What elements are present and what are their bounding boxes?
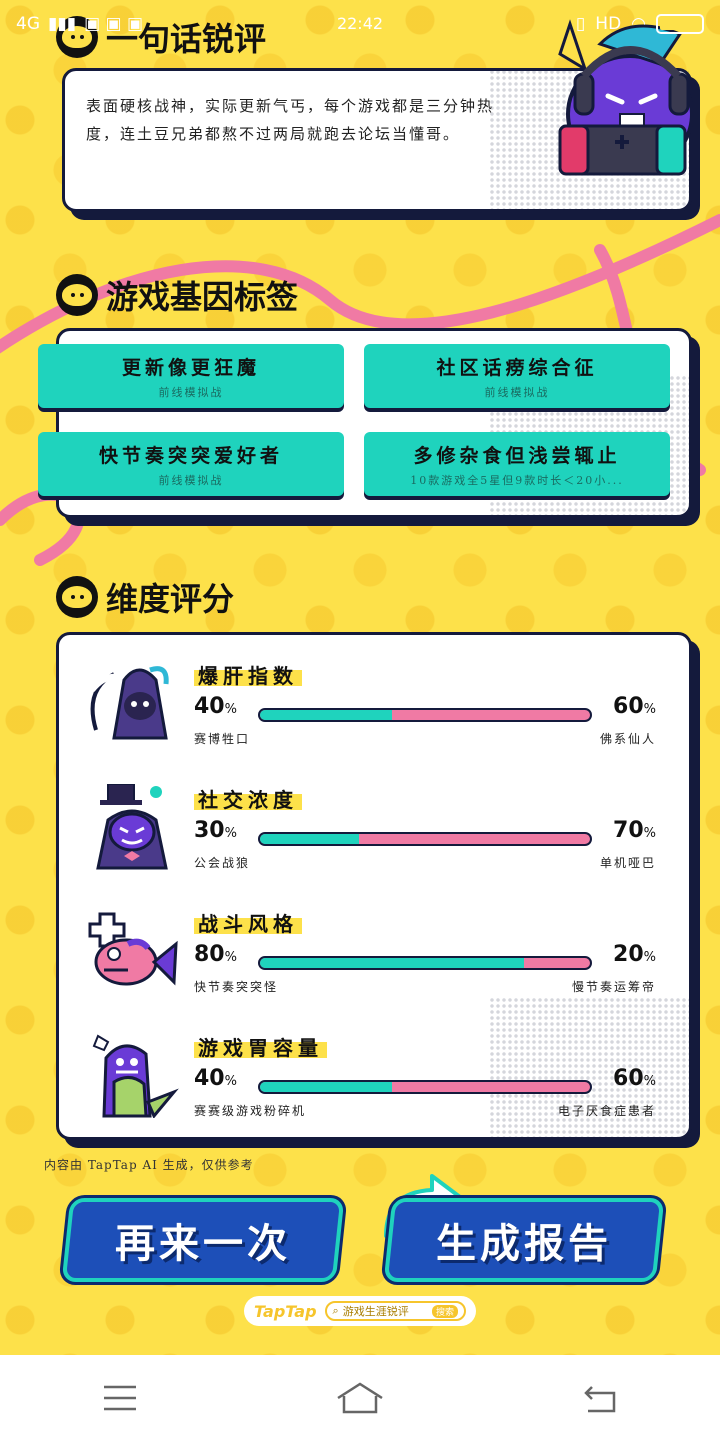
generate-report-button[interactable]: 生成报告 (383, 1198, 665, 1282)
review-text: 表面硬核战神，实际更新气丐，每个游戏都是三分钟热度，连土豆兄弟都熬不过两局就跑去… (86, 97, 495, 143)
face-icon (56, 274, 98, 316)
left-label: 快节奏突突怪 (194, 980, 279, 994)
right-label: 电子厌食症患者 (557, 1104, 656, 1118)
gene-tag[interactable]: 更新像更狂魔 前线模拟战 (38, 344, 344, 408)
menu-icon (104, 1385, 136, 1410)
notification-icons: ▣ ▣ ▣ (84, 14, 144, 34)
right-percent: 20% (613, 942, 656, 967)
search-badge: 搜索 (431, 1304, 458, 1318)
clock: 22:42 (336, 14, 384, 33)
tag-title: 多修杂食但浅尝辄止 (413, 444, 621, 467)
left-fill (260, 710, 392, 720)
tag-subtitle: 前线模拟战 (158, 385, 224, 399)
dimension-row: 游戏胃容量 40% 60% 赛赛级游戏粉碎机 电子厌食症患者 (84, 1032, 664, 1132)
fish-mascot-icon (88, 912, 178, 986)
home-nav-button[interactable] (330, 1373, 390, 1423)
ai-disclaimer: 内容由 TapTap AI 生成，仅供参考 (44, 1158, 254, 1172)
menu-nav-button[interactable] (90, 1373, 150, 1423)
system-nav-bar (0, 1355, 720, 1440)
dimension-name: 游戏胃容量 (194, 1032, 327, 1061)
dimension-name: 社交浓度 (194, 784, 302, 813)
right-percent: 60% (613, 1066, 656, 1091)
left-label: 赛赛级游戏粉碎机 (194, 1104, 307, 1118)
search-icon: ⌕ (332, 1304, 339, 1317)
left-percent: 40% (194, 694, 237, 719)
right-percent: 70% (613, 818, 656, 843)
dimension-bar (258, 708, 592, 722)
right-label: 单机哑巴 (599, 856, 656, 870)
dinosaur-mascot-icon (92, 1034, 179, 1118)
tags-section-title: 游戏基因标签 (56, 272, 298, 318)
status-bar: 4G ▮▮▮ ▣ ▣ ▣ 22:42 ▯ HD ◠ (0, 0, 720, 48)
tag-subtitle: 前线模拟战 (484, 385, 550, 399)
taptap-logo: TapTap (254, 1301, 317, 1321)
dimension-bar (258, 1080, 592, 1094)
back-icon (584, 1385, 616, 1412)
tag-subtitle: 10款游戏全5星但9款时长＜20小... (410, 473, 624, 487)
face-icon (56, 576, 98, 618)
dimension-name: 爆肝指数 (194, 660, 302, 689)
gene-tag[interactable]: 多修杂食但浅尝辄止 10款游戏全5星但9款时长＜20小... (364, 432, 670, 496)
tag-subtitle: 前线模拟战 (158, 473, 224, 487)
brand-search-box: ⌕ 游戏生涯锐评 搜索 (324, 1301, 466, 1321)
dimension-bar (258, 956, 592, 970)
tag-title: 更新像更狂魔 (121, 356, 260, 379)
left-percent: 40% (194, 1066, 237, 1091)
wifi-icon: ◠ (631, 14, 646, 34)
dimension-bar (258, 832, 592, 846)
tags-title-text: 游戏基因标签 (106, 278, 299, 316)
network-indicator: 4G (16, 14, 40, 34)
magician-mascot-icon (96, 784, 168, 870)
tag-title: 快节奏突突爱好者 (98, 444, 283, 467)
gene-tag[interactable]: 快节奏突突爱好者 前线模拟战 (38, 432, 344, 496)
left-percent: 30% (194, 818, 237, 843)
left-fill (260, 1082, 392, 1092)
battery-icon (656, 14, 704, 34)
hd-indicator: HD (595, 14, 622, 34)
reaper-mascot-icon (89, 666, 169, 740)
report-button-label: 生成报告 (436, 1221, 612, 1267)
dimension-row: 社交浓度 30% 70% 公会战狼 单机哑巴 (84, 784, 664, 884)
left-fill (260, 834, 359, 844)
right-percent: 60% (613, 694, 656, 719)
dimension-name: 战斗风格 (194, 908, 302, 937)
retry-button-label: 再来一次 (115, 1221, 291, 1267)
gene-tag[interactable]: 社区话痨综合征 前线模拟战 (364, 344, 670, 408)
vibrate-icon: ▯ (575, 14, 586, 34)
left-percent: 80% (194, 942, 237, 967)
left-label: 公会战狼 (194, 856, 251, 870)
brand-search-text: 游戏生涯锐评 (342, 1305, 409, 1318)
left-label: 赛博牲口 (194, 732, 251, 746)
tag-title: 社区话痨综合征 (436, 356, 598, 379)
retry-button[interactable]: 再来一次 (61, 1198, 345, 1282)
home-icon (337, 1382, 383, 1413)
dimensions-title-text: 维度评分 (106, 580, 235, 618)
dimensions-section-title: 维度评分 (56, 574, 234, 620)
right-label: 慢节奏运筹帝 (571, 980, 656, 994)
right-label: 佛系仙人 (599, 732, 656, 746)
back-nav-button[interactable] (570, 1373, 630, 1423)
dimension-row: 爆肝指数 40% 60% 赛博牲口 佛系仙人 (84, 660, 664, 760)
left-fill (260, 958, 524, 968)
dimension-row: 战斗风格 80% 20% 快节奏突突怪 慢节奏运筹帝 (84, 908, 664, 1008)
taptap-brand-pill[interactable]: TapTap ⌕ 游戏生涯锐评 搜索 (244, 1296, 476, 1326)
signal-icon: ▮▮▮ (48, 14, 77, 34)
